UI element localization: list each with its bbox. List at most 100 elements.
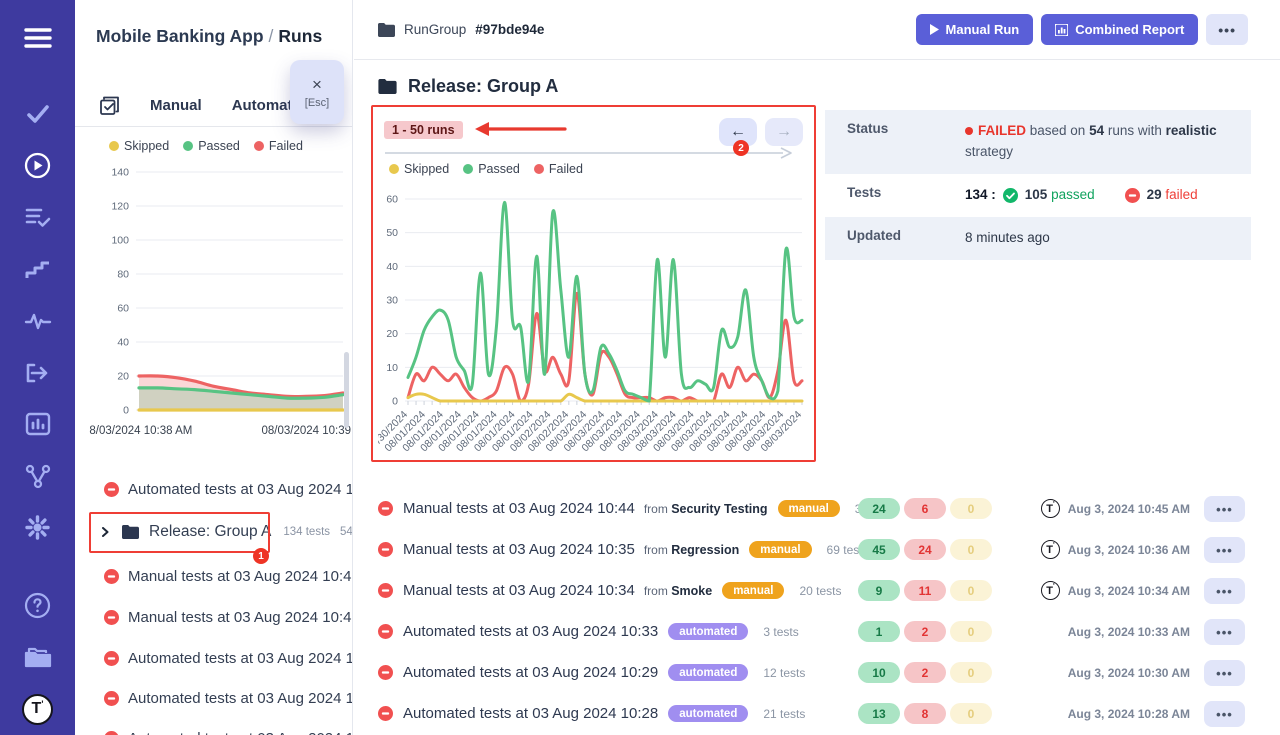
play-circle-icon[interactable] xyxy=(0,140,75,192)
run-row[interactable]: Automated tests at 03 Aug 2024 10:29 aut… xyxy=(354,652,1280,693)
svg-text:60: 60 xyxy=(386,194,398,206)
svg-text:30: 30 xyxy=(386,295,398,307)
combined-report-button[interactable]: Combined Report xyxy=(1041,14,1198,45)
row-more-button[interactable]: ••• xyxy=(1204,660,1245,686)
svg-text:20: 20 xyxy=(386,328,398,340)
annotation-step-2-badge: 2 xyxy=(733,140,749,156)
automated-badge: automated xyxy=(668,705,748,722)
list-item[interactable]: Automated tests at 03 Aug 2024 10 xyxy=(75,469,353,509)
activity-icon[interactable] xyxy=(0,295,75,347)
manual-badge: manual xyxy=(749,541,811,558)
failed-status-icon xyxy=(104,482,119,497)
help-icon[interactable] xyxy=(0,580,75,632)
tests-label: Tests xyxy=(825,185,965,206)
runs-tabs: Manual Automated xyxy=(99,90,310,120)
steps-icon[interactable] xyxy=(0,243,75,295)
analytics-icon[interactable] xyxy=(0,398,75,450)
main-content: RunGroup #97bde94e Manual Run Combined R… xyxy=(354,0,1280,735)
check-icon[interactable] xyxy=(0,88,75,140)
svg-text:40: 40 xyxy=(386,261,398,273)
settings-icon[interactable] xyxy=(0,502,75,554)
more-actions-button[interactable]: ••• xyxy=(1206,14,1248,45)
failed-status-icon xyxy=(104,731,119,735)
passed-pill: 9 xyxy=(858,580,900,601)
passed-check-icon xyxy=(1003,188,1018,203)
select-runs-icon[interactable] xyxy=(99,95,120,116)
close-panel-button[interactable]: × [Esc] xyxy=(290,60,344,124)
release-heading: Release: Group A xyxy=(378,76,558,97)
failed-status-icon xyxy=(378,542,393,557)
row-more-button[interactable]: ••• xyxy=(1204,578,1245,604)
row-more-button[interactable]: ••• xyxy=(1204,537,1245,563)
rungroup-id: #97bde94e xyxy=(475,22,544,37)
tests-count: 12 tests xyxy=(763,666,805,680)
list-item[interactable]: Manual tests at 03 Aug 2024 10:42 xyxy=(75,597,353,637)
row-more-button[interactable]: ••• xyxy=(1204,496,1245,522)
panel-scrollbar[interactable] xyxy=(344,352,349,428)
svg-text:80: 80 xyxy=(117,269,129,281)
legend-passed: Passed xyxy=(198,139,240,153)
svg-text:08/03/2024 10:38 AM: 08/03/2024 10:38 AM xyxy=(89,425,192,437)
runs-history-chart: 02040608010012014008/03/2024 10:38 AM08/… xyxy=(89,158,353,450)
run-row[interactable]: Manual tests at 03 Aug 2024 10:35 from R… xyxy=(354,529,1280,570)
folder-icon xyxy=(122,525,139,539)
list-item[interactable]: Automated tests at 03 Aug 2024 10 xyxy=(75,718,353,735)
menu-icon[interactable] xyxy=(0,14,75,62)
run-timestamp: Aug 3, 2024 10:34 AM xyxy=(1068,584,1190,598)
rungroup-label: RunGroup xyxy=(404,22,466,37)
failed-status-icon xyxy=(104,569,119,584)
updated-value: 8 minutes ago xyxy=(965,228,1068,249)
import-icon[interactable] xyxy=(0,347,75,399)
manual-badge: manual xyxy=(722,582,784,599)
report-chart-icon xyxy=(1055,24,1068,36)
run-row[interactable]: Automated tests at 03 Aug 2024 10:28 aut… xyxy=(354,693,1280,734)
svg-text:40: 40 xyxy=(117,337,129,349)
run-row[interactable]: Automated tests at 03 Aug 2024 10:33 aut… xyxy=(354,611,1280,652)
breadcrumb: Mobile Banking App/Runs xyxy=(96,26,322,47)
run-row[interactable]: Manual tests at 03 Aug 2024 10:34 from S… xyxy=(354,570,1280,611)
row-more-button[interactable]: ••• xyxy=(1204,619,1245,645)
row-more-button[interactable]: ••• xyxy=(1204,701,1245,727)
list-item-group[interactable]: Release: Group A 134 tests 54 r xyxy=(75,512,353,552)
list-item[interactable]: Automated tests at 03 Aug 2024 10 xyxy=(75,678,353,718)
group-chart-panel: 1 - 50 runs ← → 2 Skipped Passed Failed … xyxy=(371,105,816,462)
run-title: Manual tests at 03 Aug 2024 10:43 xyxy=(128,568,353,585)
status-table: Status FAILED based on 54 runs with real… xyxy=(825,110,1251,260)
failed-minus-icon xyxy=(1125,188,1140,203)
logo[interactable]: T' xyxy=(0,683,75,735)
list-item[interactable]: Manual tests at 03 Aug 2024 10:43 xyxy=(75,556,353,596)
breadcrumb-project[interactable]: Mobile Banking App xyxy=(96,26,264,46)
left-chart-legend: Skipped Passed Failed xyxy=(109,139,303,153)
skipped-pill: 0 xyxy=(950,498,992,519)
breadcrumb-current: Runs xyxy=(278,26,322,46)
group-runs-list: Manual tests at 03 Aug 2024 10:44 from S… xyxy=(354,488,1280,734)
svg-text:20: 20 xyxy=(117,371,129,383)
legend-skipped: Skipped xyxy=(124,139,169,153)
panel-divider xyxy=(75,126,352,127)
next-page-button[interactable]: → xyxy=(765,118,803,146)
list-item[interactable]: Automated tests at 03 Aug 2024 10 xyxy=(75,638,353,678)
run-source: from Security Testing xyxy=(644,502,768,516)
status-value: FAILED based on 54 runs with realistic s… xyxy=(965,121,1251,163)
run-row[interactable]: Manual tests at 03 Aug 2024 10:44 from S… xyxy=(354,488,1280,529)
tests-value: 134 : 105 passed 29 failed xyxy=(965,185,1216,206)
run-title: Automated tests at 03 Aug 2024 10 xyxy=(128,690,353,707)
run-title: Automated tests at 03 Aug 2024 10:29 xyxy=(403,664,658,681)
run-timestamp: Aug 3, 2024 10:28 AM xyxy=(1068,707,1190,721)
chevron-right-icon[interactable] xyxy=(100,527,110,537)
reporter-logo-icon: T' xyxy=(1041,540,1060,559)
result-pills: 10 2 0 xyxy=(858,662,992,683)
result-pills: 24 6 0 xyxy=(858,498,992,519)
run-list-icon[interactable] xyxy=(0,191,75,243)
manual-badge: manual xyxy=(778,500,840,517)
updated-label: Updated xyxy=(825,228,965,249)
projects-icon[interactable] xyxy=(0,632,75,684)
tab-manual[interactable]: Manual xyxy=(150,97,202,114)
skipped-pill: 0 xyxy=(950,621,992,642)
manual-run-button[interactable]: Manual Run xyxy=(916,14,1034,45)
failed-status-icon xyxy=(104,651,119,666)
branch-icon[interactable] xyxy=(0,450,75,502)
failed-status-icon xyxy=(378,706,393,721)
runs-panel: Mobile Banking App/Runs Manual Automated… xyxy=(75,0,353,735)
svg-text:08/03/2024 10:39: 08/03/2024 10:39 xyxy=(261,425,351,437)
